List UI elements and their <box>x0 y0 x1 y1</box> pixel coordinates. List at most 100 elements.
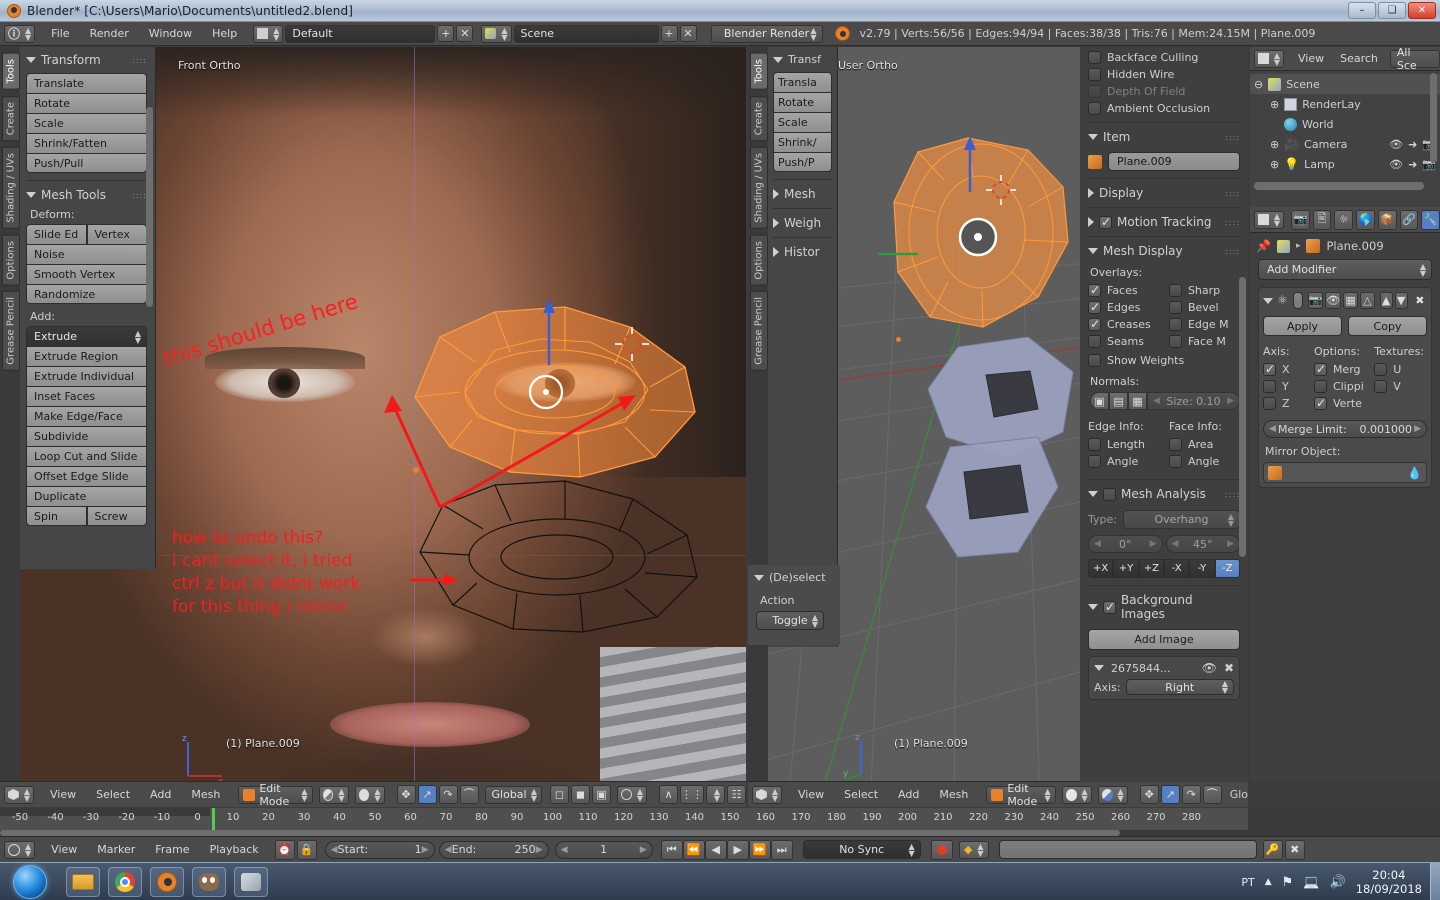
spin-screw-row[interactable]: Spin Screw <box>26 506 147 526</box>
push-pull-button-right[interactable]: Push/P <box>773 152 832 172</box>
viewport-right-menu-add[interactable]: Add <box>888 783 929 807</box>
manipulator-group[interactable]: ✥ ↗ ↷ ⏜ <box>395 785 479 804</box>
keying-set-field[interactable] <box>998 840 1257 859</box>
jump-end-icon[interactable]: ⏭ <box>770 839 793 860</box>
timeline-menu-view[interactable]: View <box>41 838 87 862</box>
mirror-object-field[interactable]: 💧 <box>1263 462 1427 483</box>
editor-type-selector-info[interactable]: ⓘ ▲ ▼ <box>4 24 36 43</box>
randomize-button[interactable]: Randomize <box>26 284 147 304</box>
scale-manipulator-icon[interactable]: ⏜ <box>1202 785 1222 804</box>
deselect-panel-header[interactable]: (De)select <box>754 571 834 584</box>
chrome-icon[interactable] <box>108 866 142 897</box>
expand-triangle-icon[interactable] <box>773 247 779 257</box>
axis-minus-y-button[interactable]: -Y <box>1189 559 1215 578</box>
viewport-shading-selector[interactable]: ▲ ▼ <box>318 785 349 804</box>
delete-keyframe-icon[interactable]: ✖ <box>1284 839 1305 860</box>
sync-mode-dropdown[interactable]: No Sync ▲ ▼ <box>802 840 921 859</box>
menu-file[interactable]: File <box>41 22 79 46</box>
transport-controls[interactable]: ⏮ ⏪ ◀ ▶ ⏩ ⏭ <box>660 839 793 860</box>
panel-motion-tracking-header[interactable]: Motion Tracking :::: <box>1088 215 1240 229</box>
vtab-create[interactable]: Create <box>2 95 20 141</box>
tool-shelf-scrollbar[interactable] <box>146 107 153 307</box>
normals-row[interactable]: ▣ ▤ ▦ ◀ Size: 0.10 ▶ <box>1088 392 1240 410</box>
render-engine-selector[interactable]: Blender Render ▲ ▼ <box>710 24 823 43</box>
mesh-analysis-checkbox[interactable] <box>1103 487 1116 501</box>
outliner-menu-search[interactable]: Search <box>1332 47 1386 71</box>
mirror-merge-row[interactable]: Merg <box>1313 362 1372 376</box>
face-area-row[interactable]: Area <box>1169 438 1240 451</box>
audio-sync-icon[interactable]: ⏰ <box>274 839 295 860</box>
viewport-right-menu-view[interactable]: View <box>788 783 834 807</box>
timeline-header[interactable]: ▲ ▼ View Marker Frame Playback ⏰ 🔒 ◀ Star… <box>0 836 1440 862</box>
panel-display-header[interactable]: Display :::: <box>1088 186 1240 200</box>
rotate-button[interactable]: Rotate <box>26 93 147 113</box>
rotate-button-right[interactable]: Rotate <box>773 92 832 112</box>
edit-mode-toggle-icon[interactable]: ▦ <box>1343 292 1358 309</box>
edge-length-checkbox[interactable] <box>1088 438 1101 451</box>
start-orb-icon[interactable] <box>13 864 47 899</box>
expand-triangle-icon[interactable] <box>773 189 779 199</box>
scale-button-right[interactable]: Scale <box>773 112 832 132</box>
render-toggle-icon[interactable]: 📷 <box>1307 292 1324 309</box>
panel-transform-header[interactable]: Transform :::: <box>26 53 147 67</box>
move-down-icon[interactable]: ▼ <box>1394 292 1408 309</box>
limit-to-visible-icon[interactable]: ◻ <box>550 785 569 804</box>
expand-triangle-icon[interactable] <box>1088 188 1094 198</box>
translate-manipulator-icon[interactable]: ↗ <box>417 785 437 804</box>
outliner-menu-view[interactable]: View <box>1290 47 1332 71</box>
mesh-visibility-group[interactable]: ◻ ◼ ▣ <box>548 785 611 804</box>
windows-taskbar[interactable]: PT ▲ ⚑ 💻 🔊 20:04 18/09/2018 <box>0 862 1440 900</box>
panel-history-collapsed[interactable]: Histor <box>773 245 832 259</box>
bevel-checkbox[interactable] <box>1168 301 1182 314</box>
collapse-triangle-icon[interactable] <box>1088 248 1098 254</box>
mirror-axis-y-checkbox[interactable] <box>1263 380 1276 393</box>
analysis-min-angle-field[interactable]: ◀ 0° ▶ <box>1088 535 1163 553</box>
outliner-hscrollbar[interactable] <box>1254 182 1424 190</box>
vtab-tools[interactable]: Tools <box>2 53 20 90</box>
face-area-checkbox[interactable] <box>1169 438 1182 451</box>
mirror-merge-checkbox[interactable] <box>1313 362 1327 376</box>
vtab-tools-right[interactable]: Tools <box>750 53 768 90</box>
collapse-triangle-icon[interactable] <box>754 574 764 581</box>
manipulator-toggle-icon[interactable]: ✥ <box>396 785 416 804</box>
manipulator-group-right[interactable]: ✥ ↗ ↷ ⏜ <box>1138 785 1222 804</box>
panel-mesh-analysis-header[interactable]: Mesh Analysis :::: <box>1088 487 1240 501</box>
remove-scene-button[interactable]: ✕ <box>679 25 697 42</box>
start-button[interactable] <box>4 864 56 899</box>
analysis-axis-row[interactable]: +X +Y +Z -X -Y -Z <box>1088 559 1240 578</box>
mirror-v-checkbox[interactable] <box>1374 380 1388 393</box>
screen-layout-field[interactable]: Default <box>285 24 436 43</box>
vtab-grease-pencil-right[interactable]: Grease Pencil <box>750 291 768 371</box>
inset-faces-button[interactable]: Inset Faces <box>26 386 147 406</box>
seams-checkbox[interactable] <box>1088 335 1101 348</box>
panel-mesh-display-header[interactable]: Mesh Display :::: <box>1088 244 1240 258</box>
viewport-shading-selector-right[interactable]: ▲ ▼ <box>1061 785 1092 804</box>
outliner-row-world[interactable]: World <box>1250 114 1440 134</box>
expand-expander-icon[interactable]: ⊕ <box>1270 98 1279 111</box>
bevel-row[interactable]: Bevel <box>1168 301 1240 314</box>
mirror-u-checkbox[interactable] <box>1374 363 1388 376</box>
vertex-normal-icon[interactable]: ▣ <box>1090 392 1109 410</box>
action-dropdown[interactable]: Toggle ▲ ▼ <box>756 611 824 630</box>
volume-icon[interactable]: 🔊 <box>1330 875 1346 890</box>
background-image-entry[interactable]: 2675844... 👁 ✖ Axis: Right ▲ ▼ <box>1088 656 1240 700</box>
shrink-fatten-button-right[interactable]: Shrink/ <box>773 132 832 152</box>
file-explorer-icon[interactable] <box>66 866 100 897</box>
selectable-cursor-icon[interactable]: ➜ <box>1408 158 1417 171</box>
rotate-manipulator-icon[interactable]: ↷ <box>438 785 458 804</box>
edge-length-row[interactable]: Length <box>1088 438 1159 451</box>
screw-button[interactable]: Screw <box>86 506 147 526</box>
next-keyframe-icon[interactable]: ⏩ <box>748 839 771 860</box>
tool-shelf-right-viewport[interactable]: Transf Transla Rotate Scale Shrink/ Push… <box>768 47 838 647</box>
current-frame-field[interactable]: ◀ 1 ▶ <box>554 840 653 859</box>
scale-button[interactable]: Scale <box>26 113 147 133</box>
manipulator-z-arrow-icon[interactable] <box>535 297 565 367</box>
outliner-row-renderlayers[interactable]: ⊕ RenderLay <box>1250 94 1440 114</box>
split-normal-icon[interactable]: ▤ <box>1109 392 1128 410</box>
axis-minus-z-button[interactable]: -Z <box>1214 559 1240 578</box>
eyedropper-icon[interactable]: 💧 <box>1407 466 1422 480</box>
offset-edge-slide-button[interactable]: Offset Edge Slide <box>26 466 147 486</box>
jump-start-icon[interactable]: ⏮ <box>660 839 683 860</box>
vtab-options[interactable]: Options <box>2 234 20 286</box>
shrink-fatten-button[interactable]: Shrink/Fatten <box>26 133 147 153</box>
